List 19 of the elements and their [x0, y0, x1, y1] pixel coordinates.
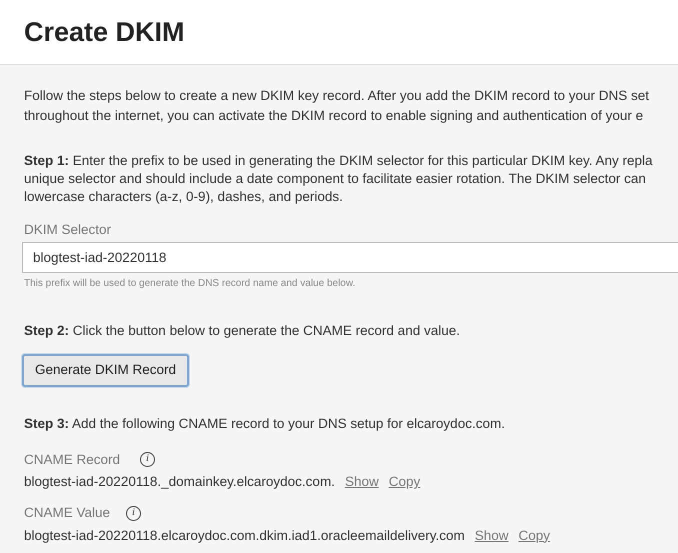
- intro-paragraph: Follow the steps below to create a new DKIM key record. After you add the DKIM record to your DNS set throughout the internet, you can activate the DKIM record to enable signing and authentication of your e: [24, 87, 650, 125]
- record-value: blogtest-iad-20220118._domainkey.elcaroydoc.com.: [24, 473, 335, 491]
- step-1-paragraph: Step 1: Enter the prefix to be used in generating the DKIM selector for this particular DKIM key. Any repla unique selector and should include a date component to facilitate easier rotation. The DKIM selector can lowercase characters (a-z, 0-9), dashes, and periods.: [24, 152, 653, 206]
- field-help-text: This prefix will be used to generate the DNS record name and value below.: [24, 277, 356, 292]
- copy-link[interactable]: Copy: [518, 526, 550, 546]
- generate-button[interactable]: Generate DKIM Record: [22, 354, 190, 386]
- copy-link[interactable]: Copy: [388, 472, 420, 492]
- record-label: CNAME Value: [24, 504, 110, 522]
- show-link[interactable]: Show: [474, 526, 509, 546]
- field-label: DKIM Selector: [24, 221, 112, 239]
- info-icon[interactable]: i: [140, 452, 156, 468]
- step-2-text: Step 2: Click the button below to generate the CNAME record and value.: [24, 322, 460, 340]
- show-link[interactable]: Show: [344, 472, 379, 492]
- record-value: blogtest-iad-20220118.elcaroydoc.com.dkim.iad1.oracleemaildelivery.com: [24, 526, 465, 545]
- record-label: CNAME Record: [24, 450, 120, 469]
- info-icon[interactable]: i: [126, 506, 142, 521]
- page-title: Create DKIM: [24, 16, 185, 49]
- step-3-text: Step 3: Add the following CNAME record to your DNS setup for elcaroydoc.com.: [24, 414, 505, 433]
- selector-input[interactable]: blogtest-iad-20220118: [22, 242, 678, 274]
